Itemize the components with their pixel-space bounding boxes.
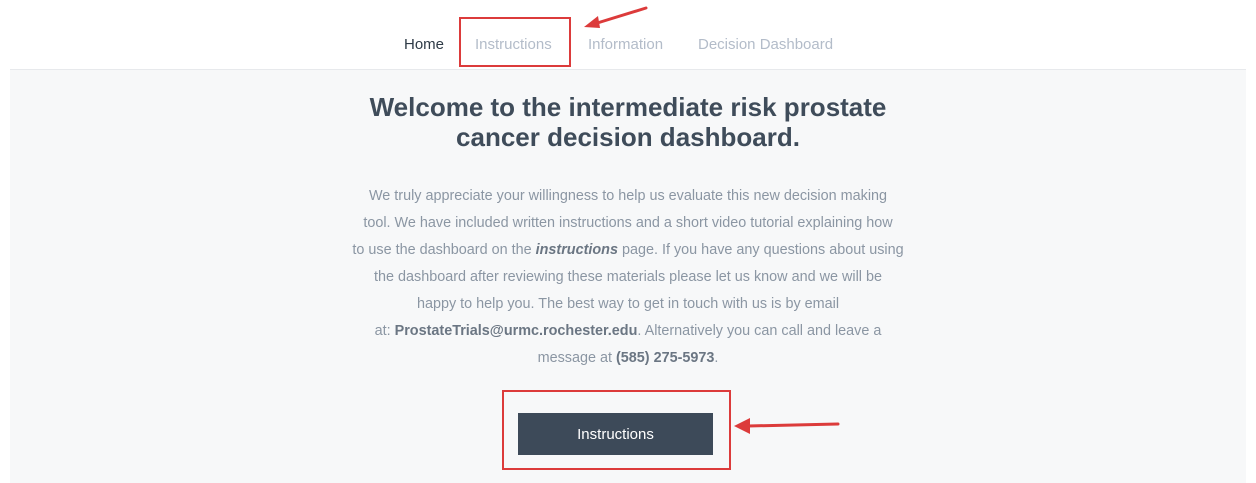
page-title: Welcome to the intermediate risk prostat… bbox=[10, 92, 1246, 152]
intro-line-3b: page. If you have any questions about us… bbox=[617, 242, 904, 258]
title-line-2: cancer decision dashboard. bbox=[456, 122, 800, 152]
contact-phone: (585) 275-5973 bbox=[615, 350, 715, 366]
intro-line-6a: at: bbox=[374, 323, 395, 339]
contact-email: ProstateTrials@urmc.rochester.edu bbox=[394, 323, 638, 339]
nav-decision-dashboard[interactable]: Decision Dashboard bbox=[698, 35, 833, 55]
nav-instructions[interactable]: Instructions bbox=[475, 35, 552, 55]
instructions-emphasis: instructions bbox=[535, 242, 618, 258]
main-panel: Welcome to the intermediate risk prostat… bbox=[10, 69, 1246, 483]
intro-line-6b: . Alternatively you can call and leave a bbox=[637, 323, 882, 339]
intro-line-2: tool. We have included written instructi… bbox=[363, 215, 893, 231]
nav-information[interactable]: Information bbox=[588, 35, 663, 55]
intro-line-1: We truly appreciate your willingness to … bbox=[368, 188, 888, 204]
intro-line-5: happy to help you. The best way to get i… bbox=[416, 296, 840, 312]
page: Home Instructions Information Decision D… bbox=[0, 0, 1256, 483]
intro-line-4: the dashboard after reviewing these mate… bbox=[374, 269, 882, 285]
instructions-button[interactable]: Instructions bbox=[518, 413, 713, 455]
intro-line-3a: to use the dashboard on the bbox=[352, 242, 536, 258]
intro-line-7b: . bbox=[714, 350, 719, 366]
title-line-1: Welcome to the intermediate risk prostat… bbox=[369, 92, 887, 122]
intro-paragraph: We truly appreciate your willingness to … bbox=[268, 183, 988, 372]
top-navigation: Home Instructions Information Decision D… bbox=[0, 0, 1256, 68]
intro-line-7a: message at bbox=[537, 350, 616, 366]
nav-home[interactable]: Home bbox=[404, 35, 444, 55]
